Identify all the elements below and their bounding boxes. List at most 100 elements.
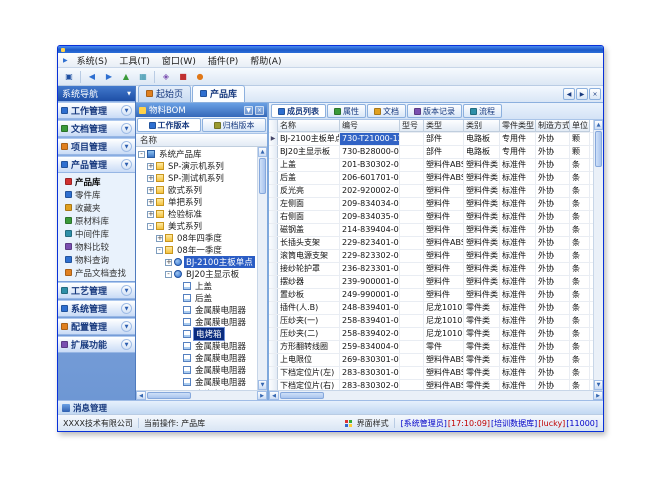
sidebar-section-header[interactable]: 配置管理▼: [58, 318, 135, 335]
sidebar-section-header[interactable]: 扩展功能▼: [58, 336, 135, 353]
table-cell[interactable]: 颗: [570, 146, 590, 158]
table-cell[interactable]: 塑料件类: [464, 237, 500, 249]
table-cell[interactable]: [400, 367, 424, 379]
table-cell[interactable]: 201-B30302-00E: [340, 159, 400, 171]
table-cell[interactable]: BJ-2100主板单点: [278, 133, 340, 145]
table-row[interactable]: 后盖206-601701-01E塑料件ABS塑料件类标准件外协条: [269, 172, 593, 185]
table-cell[interactable]: 颗: [570, 133, 590, 145]
scroll-down-icon[interactable]: ▼: [594, 380, 603, 390]
table-cell[interactable]: 249-990001-01E: [340, 289, 400, 301]
bom-version-tab[interactable]: 归档版本: [202, 118, 266, 132]
lock-button[interactable]: ■: [175, 70, 191, 84]
tree-node[interactable]: +SP-演示机系列: [136, 160, 257, 172]
table-cell[interactable]: 外协: [536, 198, 570, 210]
tree-vertical-scrollbar[interactable]: ▲ ▼: [257, 147, 267, 390]
grid-vertical-scrollbar[interactable]: ▲ ▼: [593, 120, 603, 390]
table-cell[interactable]: [400, 341, 424, 353]
table-row[interactable]: 接纱轮护罩236-823301-00E塑料件塑料件类标准件外协条: [269, 263, 593, 276]
scroll-up-icon[interactable]: ▲: [594, 120, 603, 130]
table-cell[interactable]: 塑料件: [424, 250, 464, 262]
tree-expander[interactable]: +: [156, 235, 163, 242]
table-cell[interactable]: [400, 172, 424, 184]
tree-node[interactable]: 电烤箱: [136, 328, 257, 340]
tree-node[interactable]: -系统产品库: [136, 148, 257, 160]
table-cell[interactable]: 塑料件ABS: [424, 172, 464, 184]
table-cell[interactable]: [400, 198, 424, 210]
tree-expander[interactable]: -: [156, 247, 163, 254]
table-cell[interactable]: 条: [570, 237, 590, 249]
detail-tab[interactable]: 流程: [463, 104, 502, 118]
table-cell[interactable]: 外协: [536, 185, 570, 197]
table-row[interactable]: ▶BJ-2100主板单点730-T21000-12E部件电路板专用件外协颗: [269, 133, 593, 146]
table-cell[interactable]: 后盖: [278, 172, 340, 184]
table-cell[interactable]: 外协: [536, 263, 570, 275]
table-cell[interactable]: 外协: [536, 224, 570, 236]
table-cell[interactable]: 置纱板: [278, 289, 340, 301]
table-cell[interactable]: [400, 159, 424, 171]
table-cell[interactable]: [400, 146, 424, 158]
tree-node[interactable]: 金属膜电阻器: [136, 364, 257, 376]
table-cell[interactable]: 730-T21000-12E: [340, 133, 400, 145]
scroll-right-icon[interactable]: ▶: [257, 391, 267, 400]
table-cell[interactable]: 标准件: [500, 211, 536, 223]
table-cell[interactable]: 塑料件ABS: [424, 354, 464, 366]
table-cell[interactable]: 外协: [536, 341, 570, 353]
tree-node[interactable]: +08年四季度: [136, 232, 257, 244]
table-cell[interactable]: 外协: [536, 146, 570, 158]
sidebar-item[interactable]: 产品文档查找: [58, 266, 135, 279]
table-cell[interactable]: 标准件: [500, 250, 536, 262]
table-cell[interactable]: 左侧面: [278, 198, 340, 210]
menu-item[interactable]: 帮助(A): [244, 53, 287, 68]
table-cell[interactable]: 283-830302-00E: [340, 380, 400, 390]
table-cell[interactable]: 外协: [536, 380, 570, 390]
table-cell[interactable]: [400, 237, 424, 249]
sidebar-item[interactable]: 中间件库: [58, 227, 135, 240]
exit-button[interactable]: ●: [192, 70, 208, 84]
table-cell[interactable]: [400, 224, 424, 236]
table-cell[interactable]: 插件(人.B): [278, 302, 340, 314]
bom-version-tab[interactable]: 工作版本: [137, 118, 201, 132]
table-cell[interactable]: 尼龙1010: [424, 328, 464, 340]
tree-node[interactable]: 金属膜电阻器: [136, 376, 257, 388]
table-cell[interactable]: 209-834034-01E: [340, 198, 400, 210]
table-cell[interactable]: 条: [570, 341, 590, 353]
tree-node[interactable]: +BJ-2100主板单点: [136, 256, 257, 268]
table-cell[interactable]: [400, 211, 424, 223]
sidebar-item[interactable]: 产品库: [58, 175, 135, 188]
scroll-left-icon[interactable]: ◀: [269, 391, 279, 400]
table-cell[interactable]: 部件: [424, 146, 464, 158]
scroll-right-icon[interactable]: ▶: [593, 391, 603, 400]
scroll-thumb[interactable]: [259, 158, 266, 194]
tree-node[interactable]: 金属膜电阻器: [136, 352, 257, 364]
table-cell[interactable]: 方形翻转线圈: [278, 341, 340, 353]
scroll-thumb[interactable]: [147, 392, 191, 399]
column-header[interactable]: 编号: [340, 120, 400, 132]
table-cell[interactable]: 条: [570, 250, 590, 262]
column-header[interactable]: 型号: [400, 120, 424, 132]
table-cell[interactable]: 尼龙1010: [424, 315, 464, 327]
table-cell[interactable]: 外协: [536, 276, 570, 288]
table-cell[interactable]: 反光亮: [278, 185, 340, 197]
table-cell[interactable]: 接纱轮护罩: [278, 263, 340, 275]
table-cell[interactable]: [400, 354, 424, 366]
table-row[interactable]: 摆纱器239-900001-01E塑料件塑料件类标准件外协条: [269, 276, 593, 289]
table-cell[interactable]: 塑料件类: [464, 250, 500, 262]
grid-horizontal-scrollbar[interactable]: ◀ ▶: [269, 390, 603, 400]
table-cell[interactable]: 下档定位片(左): [278, 367, 340, 379]
column-header[interactable]: 单位: [570, 120, 590, 132]
table-row[interactable]: 压纱夹(一)258-839401-00E尼龙1010零件类标准件外协条: [269, 315, 593, 328]
table-cell[interactable]: 标准件: [500, 289, 536, 301]
table-cell[interactable]: 外协: [536, 302, 570, 314]
forward-button[interactable]: ▶: [101, 70, 117, 84]
table-cell[interactable]: 塑料件类: [464, 185, 500, 197]
scroll-up-icon[interactable]: ▲: [258, 147, 267, 157]
tree-node[interactable]: +SP-测试机系列: [136, 172, 257, 184]
sidebar-item[interactable]: 原材料库: [58, 214, 135, 227]
table-cell[interactable]: 塑料件类: [464, 263, 500, 275]
document-tab[interactable]: 起始页: [138, 85, 191, 102]
tree-node[interactable]: 上盖: [136, 280, 257, 292]
table-row[interactable]: 下档定位片(右)283-830302-00E塑料件ABS零件类标准件外协条: [269, 380, 593, 390]
sidebar-item[interactable]: 物料比较: [58, 240, 135, 253]
table-cell[interactable]: 长插头支架: [278, 237, 340, 249]
table-row[interactable]: 插件(人.B)248-839401-00E尼龙1010零件类标准件外协条: [269, 302, 593, 315]
